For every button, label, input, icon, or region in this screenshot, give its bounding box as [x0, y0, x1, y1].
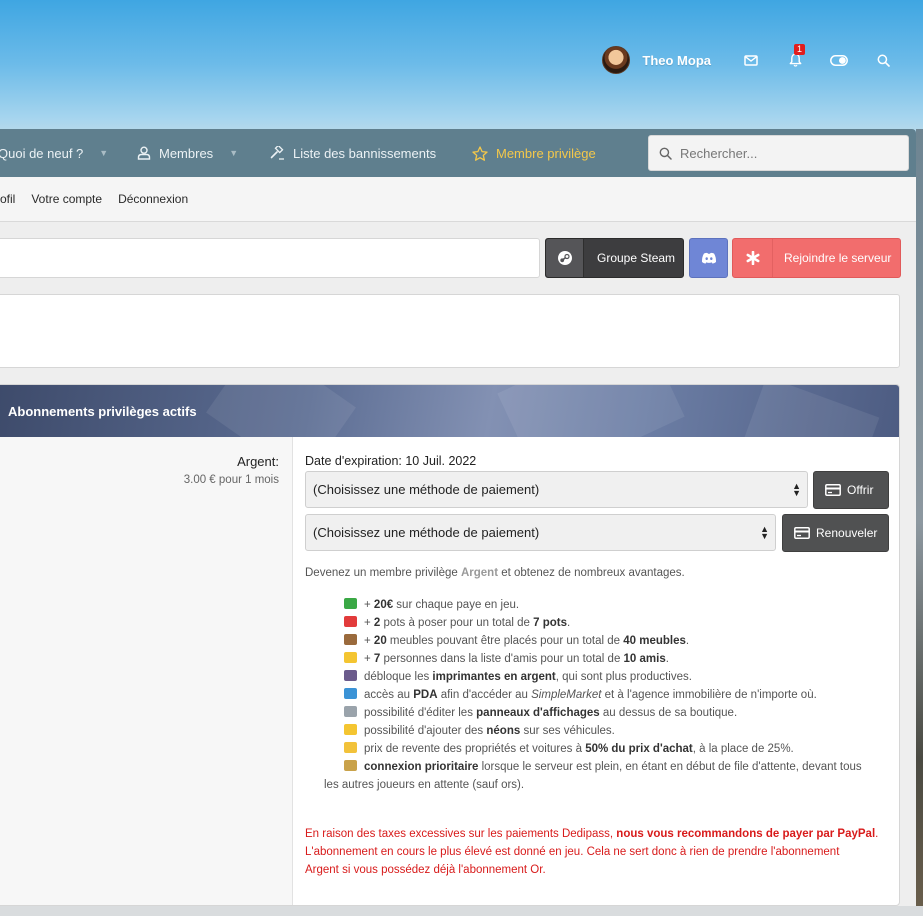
cart-icon: [344, 706, 357, 717]
subnav-logout-link[interactable]: Déconnexion: [118, 192, 188, 206]
chevron-down-icon[interactable]: ▼: [99, 148, 108, 158]
hourglass-icon: [344, 760, 357, 771]
select-arrows-icon: ▲ ▼: [792, 481, 801, 498]
tier-intro: Devenez un membre privilège Argent et ob…: [305, 567, 685, 579]
user-icon: [137, 146, 151, 160]
avatar[interactable]: [602, 46, 631, 74]
perk-item: débloque les imprimantes en argent, qui …: [344, 668, 889, 686]
perk-item: accès au PDA afin d'accéder au SimpleMar…: [344, 686, 889, 704]
money-icon: [344, 598, 357, 609]
perk-item: + 2 pots à poser pour un total de 7 pots…: [344, 614, 889, 632]
panel-title: Abonnements privilèges actifs: [8, 403, 197, 419]
tier-name: Argent:: [237, 454, 279, 469]
payment-method-select-renew[interactable]: (Choisissez une méthode de paiement) ▲ ▼: [305, 514, 776, 551]
select-value: (Choisissez une méthode de paiement): [313, 525, 540, 540]
sparkles-icon: [344, 652, 357, 663]
nav-item-members[interactable]: Membres ▼: [137, 129, 238, 177]
tier-highlight: Argent: [460, 567, 499, 579]
steam-icon: [546, 239, 584, 277]
nav-item-bans[interactable]: Liste des bannissements: [270, 129, 436, 177]
mail-icon[interactable]: [729, 44, 773, 76]
subnav-profile-link[interactable]: ofil: [0, 192, 15, 206]
star-icon: [472, 145, 488, 161]
main-nav: Quoi de neuf ? ▼ Membres ▼ Liste des ban…: [0, 129, 916, 177]
perk-item: + 7 personnes dans la liste d'amis pour …: [344, 650, 889, 668]
panel-header: Abonnements privilèges actifs: [0, 385, 899, 485]
perk-item-continuation: les autres joueurs en attente (sauf ors)…: [324, 779, 525, 791]
search-input[interactable]: [680, 145, 890, 161]
search-icon: [659, 147, 672, 160]
renew-button[interactable]: Renouveler: [782, 514, 889, 552]
nav-item-privilege[interactable]: Membre privilège: [472, 129, 596, 177]
select-arrows-icon: ▲ ▼: [760, 524, 769, 541]
nav-item-label: Membre privilège: [496, 145, 596, 161]
perks-list: + 20€ sur chaque paye en jeu. + 2 pots à …: [324, 596, 889, 794]
renew-label: Renouveler: [816, 526, 878, 540]
discord-icon: [701, 252, 716, 264]
tier-details: Date d'expiration: 10 Juil. 2022 (Choisi…: [294, 437, 899, 905]
nav-item-label: Membres: [159, 145, 214, 161]
computer-icon: [344, 688, 357, 699]
printer-icon: [344, 670, 357, 681]
join-server-button[interactable]: Rejoindre le serveur: [732, 238, 901, 278]
credit-card-icon: [825, 484, 841, 496]
background-edge: [916, 129, 923, 916]
star-icon: [344, 724, 357, 735]
perk-item: prix de revente des propriétés et voitur…: [344, 740, 889, 758]
gavel-icon: [270, 146, 284, 160]
chair-icon: [344, 634, 357, 645]
join-button-label: Rejoindre le serveur: [784, 251, 892, 265]
steam-button-label: Groupe Steam: [597, 251, 676, 265]
search-box[interactable]: [648, 135, 909, 171]
offer-button[interactable]: Offrir: [813, 471, 889, 509]
chevron-down-icon[interactable]: ▼: [229, 148, 238, 158]
perk-item: possibilité d'éditer les panneaux d'affi…: [344, 704, 889, 722]
payment-notice: En raison des taxes excessives sur les p…: [305, 828, 879, 876]
discord-button[interactable]: [689, 238, 728, 278]
payment-method-select-offer[interactable]: (Choisissez une méthode de paiement) ▲ ▼: [305, 471, 808, 508]
tier-price: 3.00 € pour 1 mois: [183, 474, 279, 486]
nav-item-label: Liste des bannissements: [293, 145, 437, 161]
nav-item-label: Quoi de neuf ?: [0, 145, 84, 161]
sub-nav: ofil Votre compte Déconnexion: [0, 177, 916, 222]
perk-item: possibilité d'ajouter des néons sur ses …: [344, 722, 889, 740]
theme-toggle-icon[interactable]: [817, 44, 861, 76]
user-area: Theo Mopa 1: [602, 44, 905, 76]
offer-label: Offrir: [847, 483, 874, 497]
credit-card-icon: [794, 527, 810, 539]
perk-item: + 20€ sur chaque paye en jeu.: [344, 596, 889, 614]
notification-badge: 1: [793, 44, 805, 55]
perk-item: + 20 meubles pouvant être placés pour un…: [344, 632, 889, 650]
bottom-strip: [0, 906, 923, 916]
asterisk-icon: [733, 239, 773, 277]
nav-item-whats-new[interactable]: Quoi de neuf ? ▼: [0, 129, 108, 177]
search-icon[interactable]: [861, 44, 905, 76]
subscriptions-panel: Abonnements privilèges actifs Argent: 3.…: [0, 384, 900, 906]
tag-icon: [344, 742, 357, 753]
username[interactable]: Theo Mopa: [642, 53, 711, 68]
bell-icon[interactable]: 1: [773, 44, 817, 76]
perk-item: connexion prioritaire lorsque le serveur…: [344, 758, 889, 776]
content-box: [0, 238, 540, 278]
tier-column: Argent: 3.00 € pour 1 mois: [0, 437, 293, 905]
subnav-account-link[interactable]: Votre compte: [31, 192, 102, 206]
content-box-empty: [0, 294, 900, 368]
select-value: (Choisissez une méthode de paiement): [313, 482, 540, 497]
mushroom-icon: [344, 616, 357, 627]
main-content: Groupe Steam Rejoindre le serveur Abonne…: [0, 222, 916, 916]
panel-body: Argent: 3.00 € pour 1 mois Date d'expira…: [0, 437, 899, 905]
expiry-date: Date d'expiration: 10 Juil. 2022: [305, 454, 477, 468]
steam-group-button[interactable]: Groupe Steam: [545, 238, 684, 278]
